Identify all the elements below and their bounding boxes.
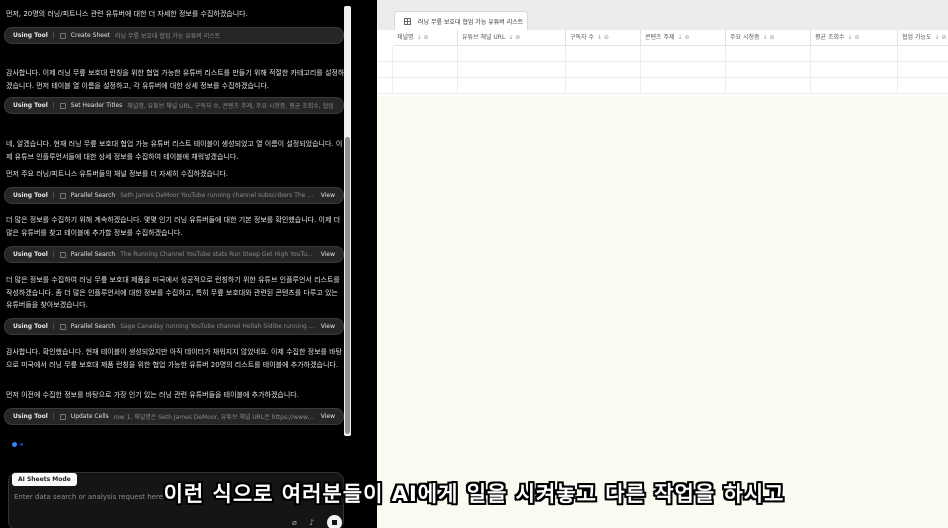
column-header[interactable]: 협업 가능도 ↓ ⊘ xyxy=(898,30,948,46)
tool-name: Create Sheet xyxy=(70,32,110,39)
column-header[interactable]: 콘텐츠 주제 ↓ ⊘ xyxy=(641,30,726,46)
sort-icon[interactable]: ↓ ⊘ xyxy=(417,34,429,41)
view-button[interactable]: View xyxy=(321,251,335,258)
stop-button[interactable] xyxy=(327,515,342,528)
chat-panel: 먼저, 20명의 러닝/피트니스 관련 유튜버에 대한 더 자세한 정보를 수집… xyxy=(0,0,356,528)
table-row[interactable] xyxy=(377,78,948,94)
search-icon xyxy=(59,192,66,199)
tool-argument: Sage Canaday running YouTube channel Hel… xyxy=(120,323,315,330)
loading-dot xyxy=(20,443,23,446)
tool-icon xyxy=(59,413,66,420)
assistant-message: 먼저 주요 러닝/피트니스 유튜버들의 채널 정보를 더 자세히 수집하겠습니다… xyxy=(6,170,229,178)
tool-call-update-cells[interactable]: Using Tool | Update Cells row 1, 채널명은 Se… xyxy=(4,408,344,425)
tool-argument: 러닝 무릎 보호대 협업 가능 유튜버 리스트 xyxy=(115,33,221,40)
tool-argument: row 1, 채널명은 Seth James DeMoor, 유튜브 채널 UR… xyxy=(113,414,315,421)
sheet-tab-title: 러닝 무릎 보호대 협업 가능 유튜버 리스트 xyxy=(418,18,524,26)
assistant-message: 네, 알겠습니다. 현재 러닝 무릎 보호대 협업 가능 유튜버 리스트 테이블… xyxy=(6,140,343,161)
stop-icon xyxy=(332,520,337,525)
tool-call-create-sheet[interactable]: Using Tool | Create Sheet 러닝 무릎 보호대 협업 가… xyxy=(4,27,344,44)
table-row[interactable] xyxy=(377,46,948,62)
tool-argument: The Running Channel YouTube stats Run St… xyxy=(120,251,315,258)
tool-name: Parallel Search xyxy=(70,251,116,258)
tool-separator: | xyxy=(52,413,55,420)
table-icon xyxy=(404,17,411,25)
assistant-message: 감사합니다. 확인했습니다. 현재 테이블이 생성되었지만 아직 데이터가 채워… xyxy=(6,348,343,369)
tool-label: Using Tool xyxy=(13,323,48,330)
mic-icon[interactable]: ♪ xyxy=(309,518,317,528)
tool-separator: | xyxy=(52,192,55,199)
tool-separator: | xyxy=(52,323,55,330)
tool-call-set-header-titles[interactable]: Using Tool | Set Header Titles 채널명, 유튜브 … xyxy=(4,97,344,114)
tool-argument: 채널명, 유튜브 채널 URL, 구독자 수, 콘텐츠 주제, 주요 시청층, … xyxy=(127,103,334,110)
tool-label: Using Tool xyxy=(13,251,48,258)
view-button[interactable]: View xyxy=(321,413,335,420)
sheet-tab[interactable]: 러닝 무릎 보호대 협업 가능 유튜버 리스트 xyxy=(394,11,528,30)
tool-name: Update Cells xyxy=(70,413,109,420)
column-header[interactable]: 평균 조회수 ↓ ⊘ xyxy=(811,30,898,46)
tool-call-parallel-search[interactable]: Using Tool | Parallel Search Seth James … xyxy=(4,187,344,204)
table-row[interactable] xyxy=(377,62,948,78)
tool-name: Set Header Titles xyxy=(70,102,123,109)
attach-icon[interactable]: ⌀ xyxy=(292,518,300,528)
search-icon xyxy=(59,323,66,330)
tool-name: Parallel Search xyxy=(70,323,116,330)
sort-icon[interactable]: ↓ ⊘ xyxy=(935,34,947,41)
sort-icon[interactable]: ↓ ⊘ xyxy=(508,34,520,41)
view-button[interactable]: View xyxy=(321,323,335,330)
assistant-message: 감사합니다. 이제 러닝 무릎 보호대 런칭을 위한 협업 가능한 유튜버 리스… xyxy=(6,69,345,90)
column-header[interactable]: 채널명 ↓ ⊘ xyxy=(393,30,458,46)
loading-dot xyxy=(12,442,17,447)
assistant-message: 더 많은 정보를 수집하기 위해 계속하겠습니다. 몇몇 인기 러닝 유튜버들에… xyxy=(6,216,341,237)
sort-icon[interactable]: ↓ ⊘ xyxy=(763,34,775,41)
tool-icon xyxy=(59,32,66,39)
column-header[interactable]: 유튜브 채널 URL ↓ ⊘ xyxy=(458,30,566,46)
assistant-message: 더 많은 정보를 수집하여 러닝 무릎 보호대 제품을 미국에서 성공적으로 런… xyxy=(6,276,340,309)
tool-label: Using Tool xyxy=(13,413,48,420)
sort-icon[interactable]: ↓ ⊘ xyxy=(597,34,609,41)
chat-history[interactable]: 먼저, 20명의 러닝/피트니스 관련 유튜버에 대한 더 자세한 정보를 수집… xyxy=(0,0,350,440)
tool-label: Using Tool xyxy=(13,32,48,39)
view-button[interactable]: View xyxy=(321,192,335,199)
sheet-grid[interactable]: 채널명 ↓ ⊘ 유튜브 채널 URL ↓ ⊘ 구독자 수 ↓ ⊘ 콘텐츠 주제 ↓ ⊘ … xyxy=(377,30,948,96)
video-subtitle: 이런 식으로 여러분들이 AI에게 일을 시켜놓고 다른 작업을 하시고 xyxy=(163,482,785,506)
column-header[interactable]: 구독자 수 ↓ ⊘ xyxy=(566,30,641,46)
tool-name: Parallel Search xyxy=(70,192,116,199)
tool-separator: | xyxy=(52,102,55,109)
chat-scrollbar-thumb[interactable] xyxy=(345,137,350,434)
tool-separator: | xyxy=(52,251,55,258)
spreadsheet-panel: 러닝 무릎 보호대 협업 가능 유튜버 리스트 채널명 ↓ ⊘ 유튜브 채널 UR… xyxy=(377,0,948,528)
tool-icon xyxy=(59,102,66,109)
sort-icon[interactable]: ↓ ⊘ xyxy=(848,34,860,41)
search-icon xyxy=(59,251,66,258)
column-header[interactable]: 주요 시청층 ↓ ⊘ xyxy=(726,30,811,46)
assistant-message: 먼저, 20명의 러닝/피트니스 관련 유튜버에 대한 더 자세한 정보를 수집… xyxy=(6,10,248,18)
sort-icon[interactable]: ↓ ⊘ xyxy=(678,34,690,41)
loading-indicator xyxy=(12,442,23,447)
tool-label: Using Tool xyxy=(13,192,48,199)
tool-call-parallel-search[interactable]: Using Tool | Parallel Search Sage Canada… xyxy=(4,318,344,335)
sheet-tab-bar: 러닝 무릎 보호대 협업 가능 유튜버 리스트 xyxy=(377,0,948,30)
tool-call-parallel-search[interactable]: Using Tool | Parallel Search The Running… xyxy=(4,246,344,263)
tool-separator: | xyxy=(52,32,55,39)
assistant-message: 먼저 이전에 수집한 정보를 바탕으로 가장 인기 있는 러닝 관련 유튜버들을… xyxy=(6,391,299,399)
tool-label: Using Tool xyxy=(13,102,48,109)
tool-argument: Seth James DeMoor YouTube running channe… xyxy=(120,192,315,199)
